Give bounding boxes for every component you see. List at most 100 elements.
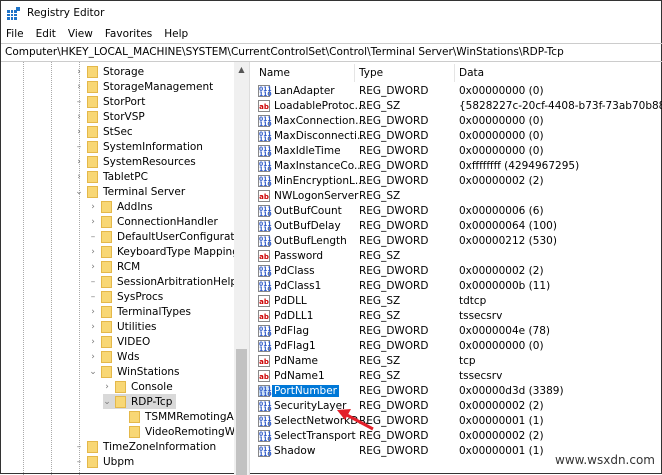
title-bar: Registry Editor xyxy=(1,1,662,25)
value-name: PdFlag1 xyxy=(274,340,316,352)
chevron-right-icon[interactable]: › xyxy=(75,127,83,137)
value-row[interactable]: 011 110 MinEncryptionL... REG_DWORD 0x000000… xyxy=(251,174,662,189)
menu-favorites[interactable]: Favorites xyxy=(104,28,153,40)
tree-item[interactable]: › StorageManagement xyxy=(75,79,213,94)
tree-item[interactable]: › Utilities xyxy=(89,319,157,334)
chevron-right-icon[interactable]: › xyxy=(89,217,97,227)
tree-connector: – xyxy=(90,231,96,242)
value-row[interactable]: ab NWLogonServer REG_SZ xyxy=(251,189,662,204)
value-data: 0x00000001 (1) xyxy=(459,445,544,457)
tree-item[interactable]: – SessionArbitrationHelper xyxy=(89,274,248,289)
tree-item[interactable]: – DefaultUserConfiguration xyxy=(89,229,249,244)
value-row[interactable]: ab PdName1 REG_SZ tssecsrv xyxy=(251,369,662,384)
menu-edit[interactable]: Edit xyxy=(35,28,57,40)
value-row[interactable]: 011 110 SelectNetworkD... REG_DWORD 0x000000… xyxy=(251,414,662,429)
value-row[interactable]: ab PdName REG_SZ tcp xyxy=(251,354,662,369)
chevron-right-icon[interactable]: › xyxy=(75,67,83,77)
scroll-up-icon[interactable]: ▲ xyxy=(234,62,249,74)
chevron-down-icon[interactable]: ⌄ xyxy=(89,367,97,377)
watermark: www.wsxdn.com xyxy=(555,453,655,467)
tree-item[interactable]: › TerminalTypes xyxy=(89,304,191,319)
tree-item[interactable]: – Ubpm xyxy=(75,454,134,469)
column-data[interactable]: Data xyxy=(459,67,484,79)
chevron-right-icon[interactable]: › xyxy=(75,157,83,167)
column-type[interactable]: Type xyxy=(359,67,383,79)
chevron-right-icon[interactable]: › xyxy=(103,382,111,392)
menu-help[interactable]: Help xyxy=(163,28,189,40)
chevron-right-icon[interactable]: › xyxy=(89,247,97,257)
tree-item[interactable]: › TabletPC xyxy=(75,169,148,184)
value-row[interactable]: 011 110 MaxInstanceCo... REG_DWORD 0xfffffff… xyxy=(251,159,662,174)
value-type: REG_SZ xyxy=(359,100,401,112)
binary-value-icon: 011 110 xyxy=(258,115,272,128)
tree-item[interactable]: › ConnectionHandler xyxy=(89,214,218,229)
folder-icon xyxy=(101,350,112,363)
chevron-right-icon[interactable]: › xyxy=(89,307,97,317)
chevron-right-icon[interactable]: › xyxy=(89,202,97,212)
chevron-right-icon[interactable]: › xyxy=(89,262,97,272)
chevron-down-icon[interactable]: ⌄ xyxy=(103,397,111,407)
chevron-right-icon[interactable]: › xyxy=(75,172,83,182)
tree-connector: – xyxy=(76,96,82,107)
scrollbar-thumb[interactable] xyxy=(236,349,247,475)
value-row[interactable]: 011 110 MaxConnection... REG_DWORD 0x0000000… xyxy=(251,114,662,129)
value-row[interactable]: 011 110 OutBufLength REG_DWORD 0x00000212 (5… xyxy=(251,234,662,249)
value-name: OutBufDelay xyxy=(274,220,341,232)
folder-icon xyxy=(129,425,140,438)
tree-scrollbar[interactable]: ▲ xyxy=(234,62,249,475)
tree-item[interactable]: ⌄ Terminal Server xyxy=(75,184,185,199)
tree-item[interactable]: › StSec xyxy=(75,124,133,139)
folder-icon xyxy=(101,335,112,348)
tree-item[interactable]: › AddIns xyxy=(89,199,153,214)
value-row[interactable]: 011 110 PdFlag1 REG_DWORD 0x00000000 (0) xyxy=(251,339,662,354)
value-row[interactable]: 011 110 MaxIdleTime REG_DWORD 0x00000000 (0) xyxy=(251,144,662,159)
tree-item[interactable]: ⌄ RDP-Tcp xyxy=(103,394,177,409)
tree-item[interactable]: VideoRemotingWinc xyxy=(117,424,249,439)
tree-item-label: RCM xyxy=(117,260,141,273)
tree-item[interactable]: TSMMRemotingAllo xyxy=(117,409,246,424)
value-type: REG_SZ xyxy=(359,370,401,382)
column-name[interactable]: Name xyxy=(259,67,290,79)
folder-icon xyxy=(87,440,98,453)
tree-item[interactable]: › SystemResources xyxy=(75,154,196,169)
value-type: REG_DWORD xyxy=(359,145,429,157)
tree-item[interactable]: › Console xyxy=(103,379,173,394)
value-row[interactable]: 011 110 LanAdapter REG_DWORD 0x00000000 (0) xyxy=(251,84,662,99)
tree-item[interactable]: ⌄ WinStations xyxy=(89,364,180,379)
value-row[interactable]: ab LoadableProtoc... REG_SZ {5828227c-20cf-… xyxy=(251,99,662,114)
tree-item[interactable]: – TimeZoneInformation xyxy=(75,439,216,454)
value-row[interactable]: ab PdDLL REG_SZ tdtcp xyxy=(251,294,662,309)
value-type: REG_DWORD xyxy=(359,340,429,352)
chevron-right-icon[interactable]: › xyxy=(75,82,83,92)
value-row[interactable]: ab PdDLL1 REG_SZ tssecsrv xyxy=(251,309,662,324)
chevron-down-icon[interactable]: ⌄ xyxy=(75,187,83,197)
chevron-right-icon[interactable]: › xyxy=(89,337,97,347)
value-row[interactable]: 011 110 PdClass REG_DWORD 0x00000002 (2) xyxy=(251,264,662,279)
value-row[interactable]: 011 110 SecurityLayer REG_DWORD 0x00000002 (… xyxy=(251,399,662,414)
tree-item[interactable]: – StorPort xyxy=(75,94,145,109)
chevron-right-icon[interactable]: › xyxy=(75,112,83,122)
tree-item[interactable]: › Wds xyxy=(89,349,140,364)
value-row[interactable]: 011 110 OutBufDelay REG_DWORD 0x00000064 (10… xyxy=(251,219,662,234)
tree-item[interactable]: › VIDEO xyxy=(89,334,150,349)
tree-item[interactable]: › Storage xyxy=(75,64,144,79)
value-row[interactable]: 011 110 PdClass1 REG_DWORD 0x0000000b (11) xyxy=(251,279,662,294)
chevron-right-icon[interactable]: › xyxy=(89,352,97,362)
tree-item[interactable]: › StorVSP xyxy=(75,109,145,124)
value-row[interactable]: 011 110 MaxDisconnecti... REG_DWORD 0x000000… xyxy=(251,129,662,144)
value-row[interactable]: 011 110 OutBufCount REG_DWORD 0x00000006 (6) xyxy=(251,204,662,219)
tree-item[interactable]: – SysProcs xyxy=(89,289,163,304)
menu-view[interactable]: View xyxy=(67,28,94,40)
tree-item[interactable]: › RCM xyxy=(89,259,140,274)
tree-item[interactable]: – SystemInformation xyxy=(75,139,203,154)
value-row[interactable]: ab Password REG_SZ xyxy=(251,249,662,264)
chevron-right-icon[interactable]: › xyxy=(89,322,97,332)
value-type: REG_DWORD xyxy=(359,220,429,232)
menu-file[interactable]: File xyxy=(5,28,25,40)
value-row[interactable]: 011 110 PortNumber REG_DWORD 0x00000d3d (338… xyxy=(251,384,662,399)
value-name: OutBufCount xyxy=(274,205,342,217)
address-bar[interactable]: Computer\HKEY_LOCAL_MACHINE\SYSTEM\Curre… xyxy=(1,43,662,62)
tree-item[interactable]: › KeyboardType Mapping xyxy=(89,244,239,259)
value-row[interactable]: 011 110 PdFlag REG_DWORD 0x0000004e (78) xyxy=(251,324,662,339)
value-row[interactable]: 011 110 SelectTransport REG_DWORD 0x00000002… xyxy=(251,429,662,444)
